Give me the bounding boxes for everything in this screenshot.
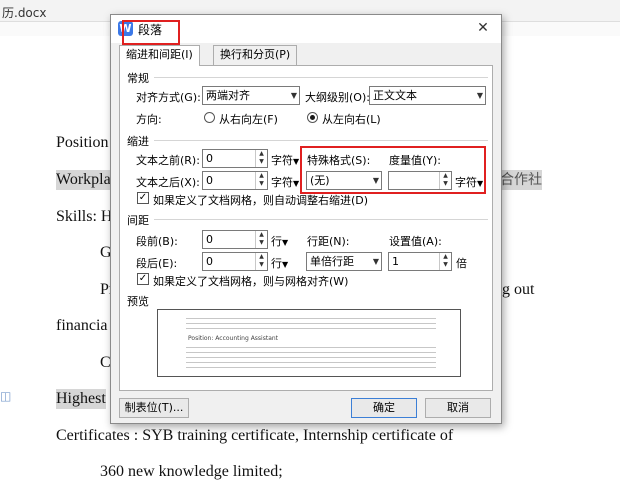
tabs-button[interactable]: 制表位(T)... bbox=[119, 398, 189, 418]
spin-arrows-icon[interactable]: ▲ ▼ bbox=[255, 253, 267, 270]
direction-label: 方向: bbox=[136, 113, 162, 126]
alignment-value: 两端对齐 bbox=[206, 89, 250, 102]
spacing-heading: 间距 bbox=[127, 214, 149, 227]
doc-line-financial: financia bbox=[56, 317, 108, 334]
indent-grid-label: 如果定义了文档网格，则自动调整右缩进(D) bbox=[153, 194, 369, 207]
spin-arrows-icon[interactable]: ▲ ▼ bbox=[439, 253, 451, 270]
ok-button[interactable]: 确定 bbox=[351, 398, 417, 418]
doc-line-g-out: g out bbox=[502, 281, 535, 298]
outline-level-select[interactable]: 正文文本 ▼ bbox=[369, 86, 486, 105]
indent-before-label: 文本之前(R): bbox=[136, 154, 200, 167]
tab-panel: 常规 对齐方式(G): 两端对齐 ▼ 大纲级别(O): 正文文本 ▼ 方向: 从… bbox=[119, 65, 493, 391]
chevron-down-icon: ▼ bbox=[476, 91, 483, 100]
tab-indent-spacing[interactable]: 缩进和间距(I) bbox=[119, 45, 200, 66]
alignment-select[interactable]: 两端对齐 ▼ bbox=[202, 86, 300, 105]
doc-line-workplace: Workpla bbox=[56, 170, 111, 190]
spacing-grid-label: 如果定义了文档网格，则与网格对齐(W) bbox=[153, 275, 349, 288]
measure-input[interactable]: ▲ ▼ bbox=[388, 171, 452, 190]
preview-line bbox=[186, 323, 436, 324]
chevron-down-icon: ▼ bbox=[372, 176, 379, 185]
close-icon[interactable]: ✕ bbox=[473, 18, 493, 38]
indent-before-value: 0 bbox=[206, 152, 213, 165]
indent-before-unit[interactable]: 字符▼ bbox=[271, 152, 299, 168]
line-spacing-value: 单倍行距 bbox=[310, 255, 354, 268]
dialog-title: 段落 bbox=[138, 23, 163, 37]
preview-sample-text: Position: Accounting Assistant bbox=[188, 335, 279, 342]
direction-ltr-radio[interactable] bbox=[307, 112, 318, 123]
set-value-input[interactable]: 1 ▲ ▼ bbox=[388, 252, 452, 271]
app-logo-icon: W bbox=[118, 21, 133, 36]
spacing-grid-checkbox[interactable]: ✓ bbox=[137, 273, 149, 285]
set-value-label: 设置值(A): bbox=[389, 235, 442, 248]
doc-line-position: Position bbox=[56, 134, 109, 151]
preview-box: Position: Accounting Assistant bbox=[157, 309, 461, 377]
indent-grid-checkbox[interactable]: ✓ bbox=[137, 192, 149, 204]
general-separator bbox=[154, 77, 488, 78]
dialog-titlebar[interactable]: W 段落 ✕ bbox=[111, 15, 501, 43]
preview-line bbox=[186, 352, 436, 353]
space-before-unit[interactable]: 行▼ bbox=[271, 233, 288, 249]
line-spacing-select[interactable]: 单倍行距 ▼ bbox=[306, 252, 382, 271]
direction-rtl-radio[interactable] bbox=[204, 112, 215, 123]
alignment-label: 对齐方式(G): bbox=[136, 91, 201, 104]
direction-ltr-label: 从左向右(L) bbox=[322, 113, 381, 126]
preview-line bbox=[186, 318, 436, 319]
special-format-value: (无) bbox=[310, 174, 330, 187]
preview-line bbox=[186, 357, 436, 358]
preview-line bbox=[186, 367, 436, 368]
indent-after-unit[interactable]: 字符▼ bbox=[271, 174, 299, 190]
indent-after-value: 0 bbox=[206, 174, 213, 187]
spin-arrows-icon[interactable]: ▲ ▼ bbox=[255, 231, 267, 248]
doc-line-highest: Highest bbox=[56, 389, 106, 409]
spin-arrows-icon[interactable]: ▲ ▼ bbox=[255, 150, 267, 167]
chevron-down-icon: ▼ bbox=[290, 91, 297, 100]
measure-unit[interactable]: 字符▼ bbox=[455, 174, 483, 190]
indent-before-input[interactable]: 0 ▲ ▼ bbox=[202, 149, 268, 168]
indent-after-label: 文本之后(X): bbox=[136, 176, 200, 189]
space-after-input[interactable]: 0 ▲ ▼ bbox=[202, 252, 268, 271]
indent-after-input[interactable]: 0 ▲ ▼ bbox=[202, 171, 268, 190]
doc-line-workplace-right: 合作社 bbox=[500, 170, 542, 190]
indent-heading: 缩进 bbox=[127, 135, 149, 148]
spacing-separator bbox=[154, 219, 488, 220]
measure-label: 度量值(Y): bbox=[389, 154, 442, 167]
direction-rtl-label: 从右向左(F) bbox=[219, 113, 278, 126]
outline-level-label: 大纲级别(O): bbox=[305, 91, 370, 104]
general-heading: 常规 bbox=[127, 72, 149, 85]
preview-line bbox=[186, 362, 436, 363]
special-format-label: 特殊格式(S): bbox=[307, 154, 371, 167]
paragraph-dialog: W 段落 ✕ 缩进和间距(I) 换行和分页(P) 常规 对齐方式(G): 两端对… bbox=[110, 14, 502, 424]
space-after-value: 0 bbox=[206, 255, 213, 268]
spin-arrows-icon[interactable]: ▲ ▼ bbox=[255, 172, 267, 189]
space-before-label: 段前(B): bbox=[136, 235, 178, 248]
space-before-input[interactable]: 0 ▲ ▼ bbox=[202, 230, 268, 249]
spin-arrows-icon[interactable]: ▲ ▼ bbox=[439, 172, 451, 189]
doc-line-certificates: Certificates : SYB training certificate,… bbox=[56, 427, 454, 444]
chevron-down-icon: ▼ bbox=[372, 257, 379, 266]
line-spacing-label: 行距(N): bbox=[307, 235, 350, 248]
space-before-value: 0 bbox=[206, 233, 213, 246]
space-after-label: 段后(E): bbox=[136, 257, 178, 270]
cancel-button[interactable]: 取消 bbox=[425, 398, 491, 418]
document-file-name[interactable]: 历.docx bbox=[2, 4, 46, 21]
set-value-value: 1 bbox=[392, 255, 399, 268]
preview-line bbox=[186, 347, 436, 348]
special-format-select[interactable]: (无) ▼ bbox=[306, 171, 382, 190]
preview-heading: 预览 bbox=[127, 295, 149, 308]
tab-line-page-breaks[interactable]: 换行和分页(P) bbox=[213, 45, 298, 65]
indent-separator bbox=[154, 140, 488, 141]
preview-line bbox=[186, 328, 436, 329]
document-side-icon[interactable]: ◫ bbox=[0, 389, 11, 403]
outline-level-value: 正文文本 bbox=[373, 89, 417, 102]
space-after-unit[interactable]: 行▼ bbox=[271, 255, 288, 271]
set-value-unit: 倍 bbox=[456, 257, 467, 270]
doc-line-skills: Skills: H bbox=[56, 208, 113, 225]
doc-line-knowledge: 360 new knowledge limited; bbox=[100, 463, 283, 480]
